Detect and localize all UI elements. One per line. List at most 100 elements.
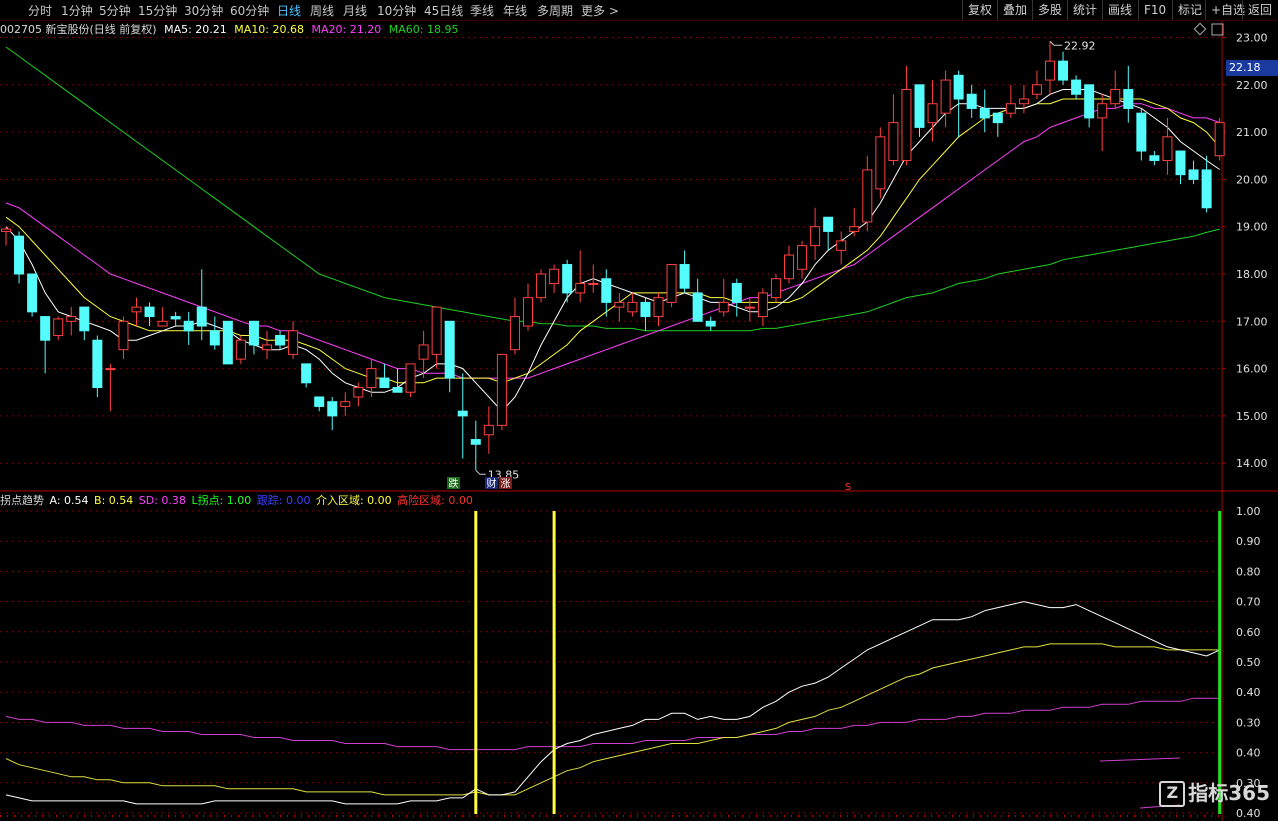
candle-body (731, 282, 742, 303)
candle-body (1110, 89, 1121, 105)
indicator-tick-label: 0.90 (1236, 535, 1261, 548)
candle-body (470, 439, 481, 445)
candle-body (627, 301, 638, 313)
candle-body (1136, 112, 1147, 152)
indicator-b-line (5, 643, 1220, 796)
flag-die: 跌 (449, 477, 459, 490)
candle-body (483, 424, 494, 436)
candle-body (849, 226, 860, 232)
candle-body (340, 401, 351, 407)
candle-body (666, 264, 677, 303)
candle-body (562, 264, 573, 294)
candle-body (1162, 136, 1173, 161)
candle-body (1005, 103, 1016, 114)
price-tick-label: 21.00 (1236, 126, 1268, 139)
candle-body (901, 89, 912, 161)
candle-body (1045, 60, 1055, 81)
candle-body (810, 226, 821, 247)
candle-body (601, 278, 612, 303)
stock-chart[interactable]: 23.00 22.00 21.00 20.00 19.00 18.00 17.00 16.00… (0, 0, 1278, 821)
candle-body (692, 292, 703, 322)
indicator-tick-label: 0.40 (1236, 747, 1261, 760)
flag-cai: 财 (487, 477, 497, 490)
candle-body (183, 320, 194, 332)
candle-body (275, 334, 286, 346)
candle-body (327, 401, 338, 417)
candle-body (131, 306, 142, 313)
candle-body (235, 339, 246, 360)
brand-watermark: Z 指标365 (1159, 777, 1270, 807)
candle-body (653, 297, 664, 318)
candle-body (170, 316, 181, 320)
lpoint-yellow-bar (552, 511, 556, 814)
candle-body (496, 353, 507, 426)
candle-body (705, 320, 716, 327)
candle-body (196, 306, 207, 327)
candle-body (157, 320, 168, 327)
high-marker (1049, 40, 1062, 46)
candle-body (79, 306, 90, 332)
candle-body (66, 316, 77, 322)
candle-body (418, 344, 429, 360)
indicator-tick-label: 0.40 (1236, 686, 1261, 699)
candle-body (431, 306, 442, 355)
ma10-line (5, 98, 1221, 384)
candle-body (784, 254, 794, 280)
candle-body (1149, 155, 1160, 161)
candle-body (588, 282, 599, 285)
window-icon (1211, 23, 1224, 36)
candle-body (549, 268, 560, 284)
indicator-tick-label: 0.30 (1236, 716, 1261, 729)
candle-body (823, 216, 834, 232)
candle-body (979, 107, 990, 119)
candle-body (1084, 84, 1095, 119)
indicator-tick-label: 0.40 (1236, 807, 1261, 820)
candle-body (457, 410, 468, 417)
current-price-box: 22.18 (1226, 60, 1278, 76)
candle-body (953, 74, 964, 100)
candle-body (392, 387, 403, 393)
brand-text: 指标365 (1188, 780, 1270, 805)
candle-body (301, 363, 312, 384)
lpoint-yellow-bar (474, 511, 478, 814)
candle-body (1175, 150, 1186, 176)
indicator-tick-label: 0.80 (1236, 565, 1261, 578)
candle-body (797, 245, 808, 270)
candle-body (248, 320, 259, 346)
candle-body (536, 273, 547, 299)
candle-body (1, 228, 11, 232)
candle-body (1018, 98, 1029, 105)
candle-body (888, 122, 899, 161)
candle-body (875, 136, 886, 190)
price-tick-label: 23.00 (1236, 32, 1268, 45)
candle-body (92, 339, 103, 389)
candle-body (966, 93, 977, 109)
candle-body (862, 169, 873, 223)
candle-body (679, 264, 690, 289)
candle-body (105, 368, 116, 371)
price-tick-label: 15.00 (1236, 410, 1268, 423)
candle-body (353, 387, 364, 398)
candle-body (288, 330, 299, 355)
candle-body (366, 368, 377, 389)
candle-body (523, 297, 533, 327)
candle-body (53, 318, 64, 336)
candle-body (509, 316, 520, 351)
candle-body (1201, 169, 1212, 209)
price-tick-label: 17.00 (1236, 315, 1268, 328)
candle-body (770, 278, 781, 299)
flag-zhang: 涨 (501, 478, 511, 490)
ma5-line (5, 89, 1220, 412)
candle-body (1071, 79, 1082, 95)
indicator-tick-label: 1.00 (1236, 505, 1261, 518)
candle-body (1031, 84, 1042, 95)
price-tick-label: 20.00 (1236, 173, 1268, 186)
candle-body (314, 396, 325, 407)
candle-body (744, 306, 755, 309)
candle-body (1188, 169, 1199, 180)
price-tick-label: 18.00 (1236, 268, 1268, 281)
candle-body (927, 103, 938, 124)
candle-body (1058, 60, 1069, 81)
candle-body (1214, 122, 1225, 157)
lpoint-green-bar (1218, 511, 1222, 814)
